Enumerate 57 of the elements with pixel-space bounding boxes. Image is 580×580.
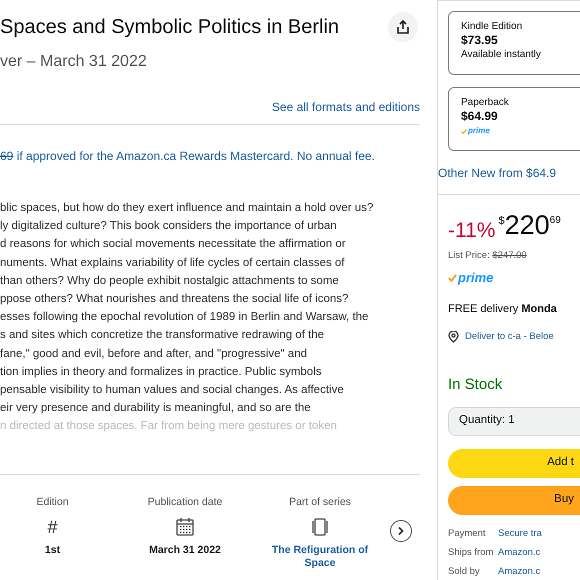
location-pin-icon: [448, 330, 459, 343]
rewards-offer[interactable]: 69 if approved for the Amazon.ca Rewards Mastercard. No annual fee.: [0, 147, 420, 165]
buy-now-button[interactable]: Buy: [448, 486, 580, 514]
info-label: Payment: [448, 526, 486, 540]
book-icon: [310, 517, 330, 538]
check-icon: [461, 128, 467, 134]
list-price: List Price: $247.00: [448, 248, 528, 262]
info-value[interactable]: Secure tra: [498, 526, 542, 541]
description-line: esses following the epochal revolution of 1989 in Berlin and Warsaw, the: [0, 310, 370, 326]
chevron-right-icon: [396, 526, 406, 536]
delivery-text: FREE delivery Monda: [448, 302, 558, 318]
calendar-icon: [175, 517, 195, 538]
edition-subtitle: ver – March 31 2022: [0, 52, 148, 72]
stock-status: In Stock: [448, 375, 504, 395]
quantity-select[interactable]: Quantity: 1: [448, 406, 580, 436]
detail-label: Edition: [36, 494, 69, 510]
description-line: fane," good and evil, before and after, and "progressive" and: [0, 346, 308, 362]
info-value: Amazon.c: [498, 565, 540, 579]
detail-label: Publication date: [148, 494, 222, 510]
prime-label: prime: [468, 125, 490, 137]
share-button[interactable]: [388, 12, 418, 42]
info-value: Amazon.c: [498, 546, 540, 560]
format-note: Available instantly: [461, 48, 542, 62]
book-title: Spaces and Symbolic Politics in Berlin: [0, 15, 340, 40]
format-price: $64.99: [461, 109, 499, 124]
next-button[interactable]: [390, 520, 412, 542]
description-line: blic spaces, but how do they exert influence and maintain a hold over us?: [0, 201, 374, 216]
description-line: ppose others? What nourishes and threatens the social life of icons?: [0, 292, 350, 308]
check-icon: [448, 274, 457, 282]
info-label: Sold by: [448, 565, 481, 579]
add-to-cart-button[interactable]: Add t: [448, 448, 580, 478]
format-name: Kindle Edition: [461, 20, 524, 33]
description-line: d reasons for which social movements necessitate the affirmation or: [0, 237, 347, 252]
hash-icon: #: [47, 518, 58, 536]
deliver-to-link[interactable]: Deliver to c-a - Beloe: [465, 330, 554, 344]
info-label: Ships from: [448, 546, 494, 560]
detail-label: Part of series: [289, 494, 351, 510]
share-icon: [395, 19, 411, 35]
formats-link[interactable]: See all formats and editions: [272, 98, 420, 116]
other-new-link[interactable]: Other New from $64.9: [438, 164, 580, 182]
detail-value: 1st: [44, 544, 62, 558]
description-line: numents. What explains variability of life cycles of certain classes of: [0, 256, 346, 271]
prime-logo: prime: [458, 268, 494, 287]
format-name: Paperback: [461, 96, 510, 109]
description-line: than others? Why do people exhibit nostalgic attachments to some: [0, 274, 340, 289]
description-line: eir very presence and durability is meaningful, and so are the: [0, 401, 312, 416]
discount-percent: -11%: [448, 218, 496, 244]
format-card[interactable]: Paperback $64.99 prime: [448, 87, 580, 151]
description-line: pensable visibility to human values and social changes. As affective: [0, 383, 345, 398]
series-link[interactable]: The Refiguration of Space: [270, 544, 370, 570]
format-price: $73.95: [461, 33, 499, 48]
description-line: ly digitalized culture? This book considers the importance of urban: [0, 219, 338, 234]
description-line: s and sites which concretize the transformative redrawing of the: [0, 328, 326, 344]
detail-value: March 31 2022: [148, 544, 222, 558]
description-line: n directed at those spaces. Far from being mere gestures or token: [0, 419, 338, 434]
format-card[interactable]: Kindle Edition $73.95 Available instantly: [448, 11, 580, 75]
description-line: tion implies in theory and formalizes in practice. Public symbols: [0, 364, 322, 380]
